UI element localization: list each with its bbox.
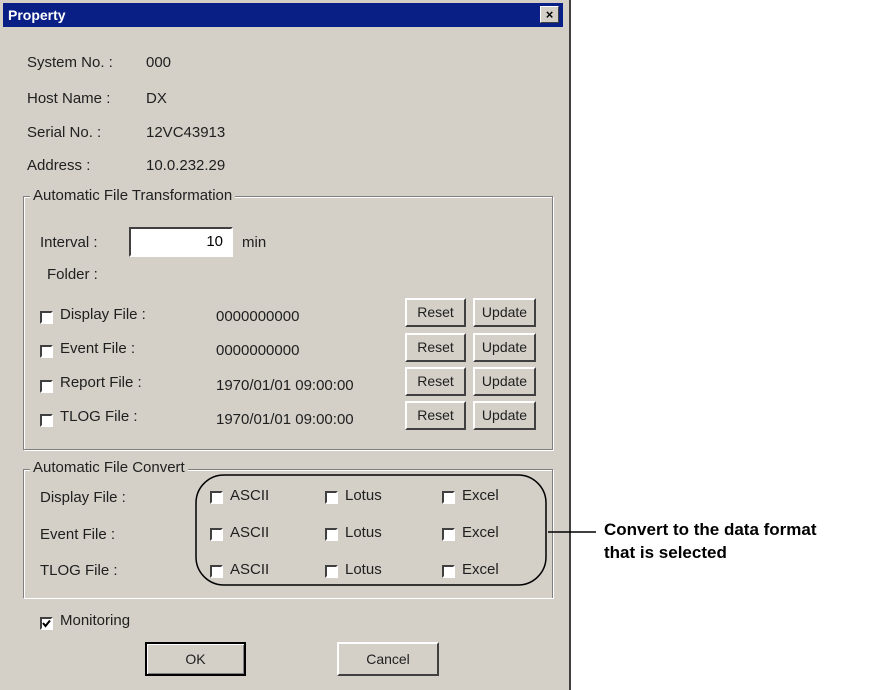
callout-rounded-outline [195,474,547,586]
callout-overlay [195,474,596,586]
callout-line-2: that is selected [604,543,727,562]
callout-line-1: Convert to the data format [604,520,817,539]
